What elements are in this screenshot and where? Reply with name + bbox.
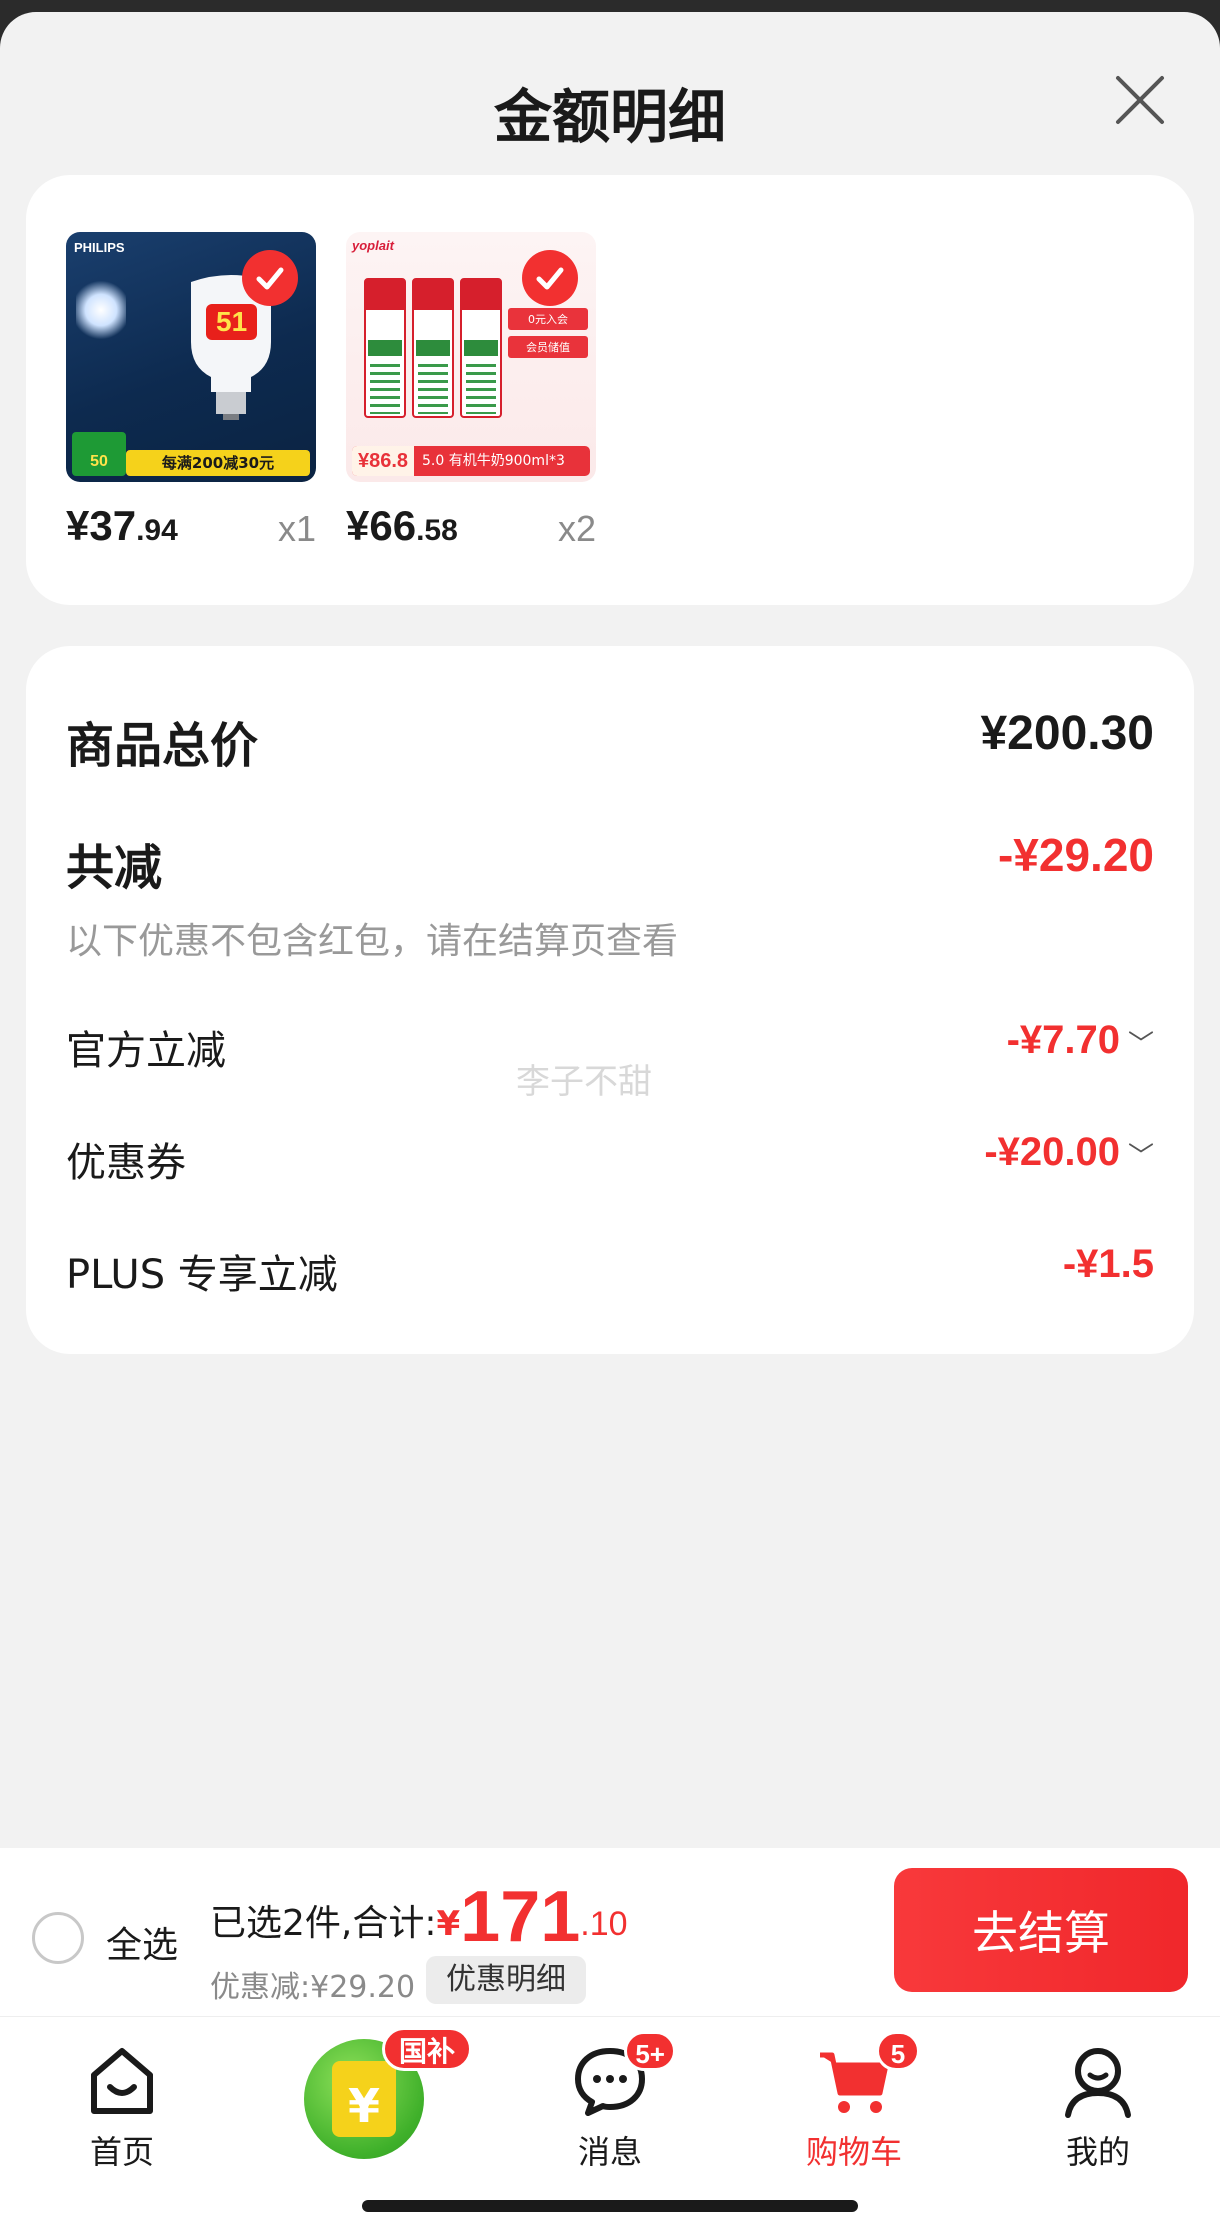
tab-home[interactable]: 首页 xyxy=(42,2041,202,2173)
product-item[interactable]: yoplait 0元入会 会员储值 ¥86.8 5.0 有机牛奶900ml*3 xyxy=(346,232,596,549)
brand-logo: yoplait xyxy=(352,238,394,253)
tab-profile-label: 我的 xyxy=(1065,2133,1130,2171)
products-card: PHILIPS 51 50 每满200减30元 ¥37.94 x1 yoplai… xyxy=(26,175,1194,605)
close-icon xyxy=(1116,76,1164,124)
selected-total: 已选2件,合计:¥171.10 xyxy=(210,1877,628,1957)
chevron-down-icon: ﹀ xyxy=(1127,1140,1154,1171)
total-label: 商品总价 xyxy=(66,718,259,774)
light-glow xyxy=(76,280,126,340)
discount-detail-button[interactable]: 优惠明细 xyxy=(426,1956,586,2004)
plus-discount-label: PLUS 专享立减 xyxy=(66,1252,338,1298)
promo-tags: 0元入会 会员储值 xyxy=(508,308,588,364)
promo-strip: 每满200减30元 xyxy=(126,450,310,476)
coupon-row[interactable]: 优惠券 -¥20.00 ﹀ xyxy=(66,1130,1154,1190)
product-quantity: x2 xyxy=(557,508,596,549)
home-indicator xyxy=(362,2200,858,2212)
reduce-row: 共减 -¥29.20 xyxy=(66,828,1154,898)
tab-cart[interactable]: 5 购物车 xyxy=(774,2031,934,2173)
chevron-down-icon: ﹀ xyxy=(1127,1028,1154,1059)
checkout-button[interactable]: 去结算 xyxy=(894,1868,1188,1992)
product-price: ¥37.94 xyxy=(66,502,178,549)
cart-badge: 5 xyxy=(876,2031,920,2071)
summary-card: 商品总价 ¥200.30 共减 -¥29.20 以下优惠不包含红包，请在结算页查… xyxy=(26,646,1194,1354)
product-price-row: ¥66.58 x2 xyxy=(346,502,596,552)
reduce-value: -¥29.20 xyxy=(997,829,1154,881)
check-icon xyxy=(536,267,564,290)
checkout-bar: 全选 已选2件,合计:¥171.10 优惠减:¥29.20 优惠明细 去结算 xyxy=(0,1848,1220,2016)
selected-check xyxy=(522,250,578,306)
total-row: 商品总价 ¥200.30 xyxy=(66,706,1154,776)
official-discount-row[interactable]: 官方立减 -¥7.70 ﹀ xyxy=(66,1018,1154,1078)
coupon-label: 优惠券 xyxy=(66,1140,186,1186)
milk-carton xyxy=(412,278,454,418)
milk-carton xyxy=(460,278,502,418)
select-all-radio[interactable] xyxy=(32,1912,84,1964)
discount-note: 以下优惠不包含红包，请在结算页查看 xyxy=(66,921,679,962)
select-all-label[interactable]: 全选 xyxy=(106,1916,178,1968)
product-price: ¥66.58 xyxy=(346,502,458,549)
brand-logo: PHILIPS xyxy=(74,240,125,255)
tab-home-label: 首页 xyxy=(89,2133,154,2171)
check-icon xyxy=(256,267,284,290)
discount-amount: 优惠减:¥29.20 xyxy=(210,1970,416,2005)
official-discount-value: -¥7.70 ﹀ xyxy=(1006,1018,1154,1062)
tab-profile[interactable]: 我的 xyxy=(1018,2041,1178,2173)
coupon-value: -¥20.00 ﹀ xyxy=(984,1130,1154,1174)
close-button[interactable] xyxy=(1112,72,1168,128)
plus-discount-row: PLUS 专享立减 -¥1.5 xyxy=(66,1242,1154,1302)
sheet-title: 金额明细 xyxy=(493,83,726,151)
reduce-label: 共减 xyxy=(66,840,163,896)
tab-messages[interactable]: 5+ 消息 xyxy=(530,2031,690,2173)
discount-badge: 51 xyxy=(206,304,258,340)
promo-strip: ¥86.8 5.0 有机牛奶900ml*3 xyxy=(352,446,590,476)
corner-tag: 50 xyxy=(72,432,126,476)
home-icon xyxy=(82,2041,162,2121)
selected-check xyxy=(242,250,298,306)
milk-carton xyxy=(364,278,406,418)
subsidy-badge: 国补 xyxy=(382,2027,473,2071)
plus-discount-value: -¥1.5 xyxy=(1062,1242,1154,1286)
tab-cart-label: 购物车 xyxy=(805,2133,902,2171)
message-icon: 5+ xyxy=(570,2031,676,2121)
tab-messages-label: 消息 xyxy=(577,2133,642,2171)
product-quantity: x1 xyxy=(277,508,316,549)
profile-icon xyxy=(1058,2041,1138,2121)
product-item[interactable]: PHILIPS 51 50 每满200减30元 ¥37.94 x1 xyxy=(66,232,316,549)
messages-badge: 5+ xyxy=(624,2031,676,2071)
official-discount-label: 官方立减 xyxy=(66,1028,226,1074)
cart-icon: 5 xyxy=(814,2031,920,2121)
product-price-row: ¥37.94 x1 xyxy=(66,502,316,552)
total-value: ¥200.30 xyxy=(980,707,1154,760)
tag-price: ¥86.8 xyxy=(352,446,414,476)
product-thumbnail[interactable]: PHILIPS 51 50 每满200减30元 xyxy=(66,232,316,482)
product-thumbnail[interactable]: yoplait 0元入会 会员储值 ¥86.8 5.0 有机牛奶900ml*3 xyxy=(346,232,596,482)
